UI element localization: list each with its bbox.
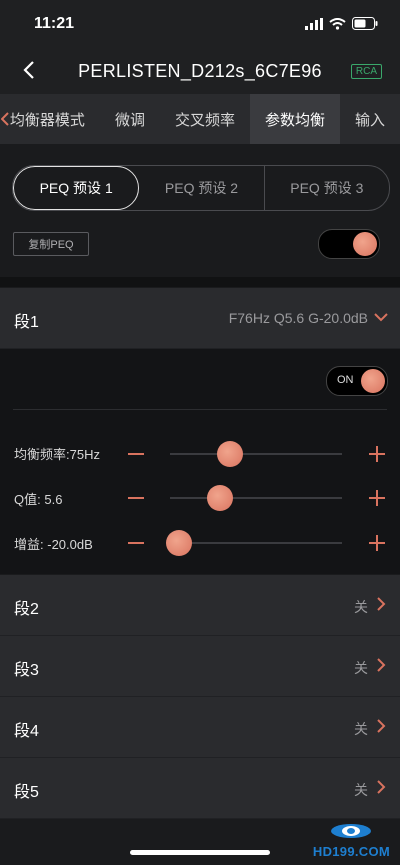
segment-2-row[interactable]: 段2 关 [0, 575, 400, 636]
toggle-knob [361, 369, 385, 393]
segment-1-switch-label: ON [337, 374, 354, 386]
navigation-bar: PERLISTEN_D212s_6C7E96 RCA [0, 48, 400, 94]
slider-thumb[interactable] [206, 485, 233, 511]
segment-4-row[interactable]: 段4 关 [0, 697, 400, 758]
watermark: HD199.COM [313, 823, 390, 859]
segment-state: 关 [354, 660, 368, 676]
page-title: PERLISTEN_D212s_6C7E96 [78, 61, 322, 81]
q-decrease-button[interactable] [128, 497, 144, 499]
segment-1-summary: F76Hz Q5.6 G-20.0dB [228, 310, 368, 326]
tab-bar: 均衡器模式 微调 交叉频率 参数均衡 输入 [0, 94, 400, 144]
tabs-scroll-left[interactable] [0, 112, 10, 126]
status-bar: 11:21 [0, 0, 400, 48]
segment-1-switch[interactable]: ON [326, 366, 388, 396]
chevron-right-icon [374, 716, 388, 736]
tab-crossover[interactable]: 交叉频率 [160, 94, 250, 144]
tab-input[interactable]: 输入 [340, 94, 400, 144]
frequency-slider[interactable] [170, 441, 342, 467]
chevron-left-icon [0, 112, 9, 126]
signal-icon [305, 17, 323, 30]
copy-peq-button[interactable]: 复制PEQ [13, 232, 89, 256]
q-increase-button[interactable] [369, 490, 385, 506]
frequency-decrease-button[interactable] [128, 453, 144, 455]
chevron-right-icon [374, 594, 388, 614]
frequency-increase-button[interactable] [369, 446, 385, 462]
q-label: Q值: 5.6 [14, 492, 63, 507]
peq-enable-toggle[interactable] [318, 229, 380, 259]
segment-name: 段5 [14, 784, 39, 801]
preset-2-button[interactable]: PEQ 预设 2 [139, 166, 265, 210]
slider-thumb[interactable] [165, 530, 192, 556]
q-slider[interactable] [170, 485, 342, 511]
segment-1-row[interactable]: 段1 F76Hz Q5.6 G-20.0dB [0, 288, 400, 349]
battery-icon [352, 17, 378, 30]
slider-thumb[interactable] [217, 441, 244, 467]
segment-name: 段3 [14, 662, 39, 679]
section-divider [0, 277, 400, 287]
segment-5-row[interactable]: 段5 关 [0, 758, 400, 819]
output-badge: RCA [350, 64, 382, 79]
segment-state: 关 [354, 782, 368, 798]
gain-increase-button[interactable] [369, 535, 385, 551]
status-time: 11:21 [34, 15, 75, 32]
home-indicator [130, 850, 270, 855]
segment-name: 段4 [14, 723, 39, 740]
watermark-logo-icon [331, 824, 372, 838]
watermark-text: HD199.COM [312, 844, 390, 859]
segment-state: 关 [354, 721, 368, 737]
toggle-knob [353, 232, 377, 256]
segment-3-row[interactable]: 段3 关 [0, 636, 400, 697]
chevron-right-icon [374, 655, 388, 675]
status-icons [305, 17, 378, 30]
chevron-down-icon [374, 307, 388, 327]
segment-1-detail: ON 均衡频率:75Hz Q值: 5.6 增益: -20.0dB [0, 349, 400, 574]
preset-1-button[interactable]: PEQ 预设 1 [13, 166, 140, 210]
gain-decrease-button[interactable] [128, 542, 144, 544]
tab-eq-mode[interactable]: 均衡器模式 [10, 94, 100, 144]
wifi-icon [329, 17, 346, 30]
segment-1-name: 段1 [14, 314, 39, 331]
segment-name: 段2 [14, 601, 39, 618]
segment-state: 关 [354, 599, 368, 615]
gain-slider[interactable] [165, 530, 342, 556]
preset-selector: PEQ 预设 1 PEQ 预设 2 PEQ 预设 3 [12, 165, 390, 211]
gain-label: 增益: -20.0dB [14, 537, 93, 552]
detail-separator [13, 409, 387, 410]
chevron-right-icon [374, 777, 388, 797]
tab-fine-tune[interactable]: 微调 [100, 94, 160, 144]
preset-3-button[interactable]: PEQ 预设 3 [265, 166, 389, 210]
tab-parametric-eq[interactable]: 参数均衡 [249, 94, 340, 144]
frequency-label: 均衡频率:75Hz [14, 447, 100, 462]
